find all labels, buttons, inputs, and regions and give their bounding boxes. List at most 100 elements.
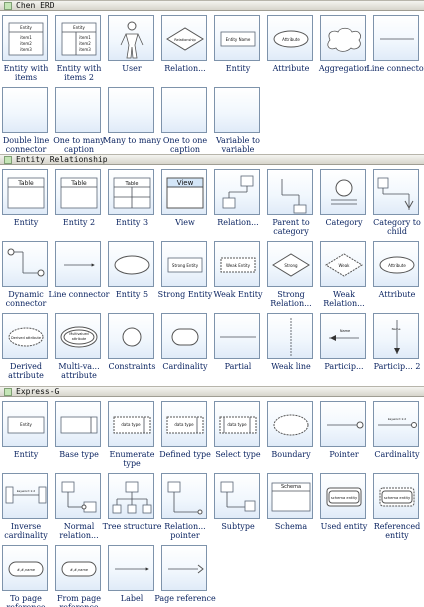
shape-item-tree-structure[interactable]: Tree structure [103,473,161,546]
shape-item-attribute[interactable]: Attribute Attribute [371,241,423,314]
shape-item-enumerate-type[interactable]: data type Enumerate type [106,401,158,474]
shape-item-label[interactable]: Label [106,545,158,607]
select-type-icon[interactable]: data type [214,401,260,447]
shape-item-referenced-entity[interactable]: schema entity Referenced entity [371,473,423,546]
section-header[interactable]: Express-G [0,386,424,397]
shape-item-entity[interactable]: Entity Name Entity [212,15,264,88]
dynamic-connector-icon[interactable] [2,241,48,287]
section-header[interactable]: Chen ERD [0,0,424,11]
label-icon[interactable] [108,545,154,591]
shape-item-entity[interactable]: Table Entity [0,169,52,242]
shape-item-entity-2[interactable]: Table Entity 2 [53,169,105,242]
relationship-pointer-icon[interactable] [161,473,207,519]
user-icon[interactable] [108,15,154,61]
category-to-child-icon[interactable] [373,169,419,215]
shape-item-entity-with-items-2[interactable]: Entity item1 item2 item3 Entity with items … [53,15,105,88]
relationship-icon[interactable]: Relationship [161,15,207,61]
shape-item-page-reference[interactable]: Page reference [154,545,216,607]
shape-item-variable-to-variable[interactable]: Variable to variable [212,87,264,160]
participation-2-icon[interactable]: Name [373,313,419,359]
shape-item-entity-3[interactable]: Table Entity 3 [106,169,158,242]
shape-item-subtype[interactable]: Subtype [212,473,264,546]
boundary-icon[interactable] [267,401,313,447]
shape-item-partial[interactable]: Partial [212,313,264,386]
shape-item-weak-line[interactable]: Weak line [265,313,317,386]
schema-icon[interactable]: Schema [267,473,313,519]
strong-entity-icon[interactable]: Strong Entity [161,241,207,287]
shape-item-line-connector[interactable]: Line connector [367,15,424,88]
entity-with-items-icon[interactable]: Entity item1 item2 item3 [2,15,48,61]
shape-item-line-connector[interactable]: Line connector [49,241,109,314]
line-connector-icon[interactable] [373,15,419,61]
shape-item-used-entity[interactable]: schema entity Used entity [318,473,370,546]
shape-item-normal-relation-[interactable]: Normal relation... [53,473,105,546]
shape-item-pointer[interactable]: Pointer [318,401,370,474]
derived-attribute-icon[interactable]: Derived attribute [2,313,48,359]
double-line-connector-icon[interactable] [2,87,48,133]
shape-item-cardinality[interactable]: keyword 1:2 Cardinality [371,401,423,474]
caption-icon[interactable] [214,87,260,133]
shape-item-many-to-many[interactable]: Many to many [103,87,161,160]
shape-item-particip-[interactable]: Name Particip... [318,313,370,386]
shape-item-strong-relation-[interactable]: Strong Strong Relation... [265,241,317,314]
shape-item-entity-5[interactable]: Entity 5 [106,241,158,314]
cardinality-icon[interactable] [161,313,207,359]
shape-item-multi-va-attribute[interactable]: Multivalued attribute Multi-va... attribu… [53,313,105,386]
shape-item-one-to-many-caption[interactable]: One to many caption [53,87,105,160]
attribute-icon[interactable]: Attribute [267,15,313,61]
attribute-icon[interactable]: Attribute [373,241,419,287]
to-page-reference-icon[interactable]: #,#,name [2,545,48,591]
shape-item-to-page-reference[interactable]: #,#,name To page reference [0,545,52,607]
weak-entity-icon[interactable]: Weak Entity [214,241,260,287]
shape-item-weak-entity[interactable]: Weak Entity Weak Entity [212,241,264,314]
shape-item-particip-2[interactable]: Name Particip... 2 [371,313,423,386]
section-header[interactable]: Entity Relationship [0,154,424,165]
weak-relationship-icon[interactable]: Weak [320,241,366,287]
entity-with-items-2-icon[interactable]: Entity item1 item2 item3 [55,15,101,61]
participation-icon[interactable]: Name [320,313,366,359]
shape-item-category[interactable]: Category [318,169,370,242]
entity-icon[interactable]: Entity [2,401,48,447]
tree-structure-icon[interactable] [108,473,154,519]
table-icon[interactable]: Table [55,169,101,215]
table-icon[interactable]: Table [108,169,154,215]
expand-collapse-icon[interactable] [4,156,12,164]
aggregation-icon[interactable] [320,15,366,61]
cardinality-icon[interactable]: keyword 1:2 [373,401,419,447]
caption-icon[interactable] [55,87,101,133]
referenced-entity-icon[interactable]: schema entity [373,473,419,519]
shape-item-weak-relation-[interactable]: Weak Weak Relation... [318,241,370,314]
shape-item-relation-pointer[interactable]: Relation... pointer [159,473,211,546]
used-entity-icon[interactable]: schema entity [320,473,366,519]
shape-item-strong-entity[interactable]: Strong Entity Strong Entity [158,241,212,314]
shape-item-user[interactable]: User [106,15,158,88]
shape-item-base-type[interactable]: Base type [53,401,105,474]
expand-collapse-icon[interactable] [4,2,12,10]
shape-item-entity[interactable]: Entity Entity [0,401,52,474]
shape-item-dynamic-connector[interactable]: Dynamic connector [0,241,52,314]
expand-collapse-icon[interactable] [4,388,12,396]
partial-icon[interactable] [214,313,260,359]
shape-item-constraints[interactable]: Constraints [106,313,158,386]
shape-item-one-to-one-caption[interactable]: One to one caption [159,87,211,160]
shape-item-defined-type[interactable]: data type Defined type [159,401,211,474]
shape-item-relation-[interactable]: Relation... [212,169,264,242]
enumerate-type-icon[interactable]: data type [108,401,154,447]
page-reference-icon[interactable] [161,545,207,591]
shape-item-from-page-reference[interactable]: #,#,name From page reference [53,545,105,607]
base-type-icon[interactable] [55,401,101,447]
shape-item-view[interactable]: View View [159,169,211,242]
caption-icon[interactable] [108,87,154,133]
strong-relationship-icon[interactable]: Strong [267,241,313,287]
from-page-reference-icon[interactable]: #,#,name [55,545,101,591]
inverse-cardinality-icon[interactable]: keyword 1:2 [2,473,48,519]
category-icon[interactable] [320,169,366,215]
shape-item-relation-[interactable]: Relationship Relation... [159,15,211,88]
caption-icon[interactable] [161,87,207,133]
parent-to-category-icon[interactable] [267,169,313,215]
shape-item-boundary[interactable]: Boundary [265,401,317,474]
relationship-connector-icon[interactable] [214,169,260,215]
shape-item-double-line-connector[interactable]: Double line connector [0,87,52,160]
entity-icon[interactable]: Entity Name [214,15,260,61]
constraints-icon[interactable] [108,313,154,359]
